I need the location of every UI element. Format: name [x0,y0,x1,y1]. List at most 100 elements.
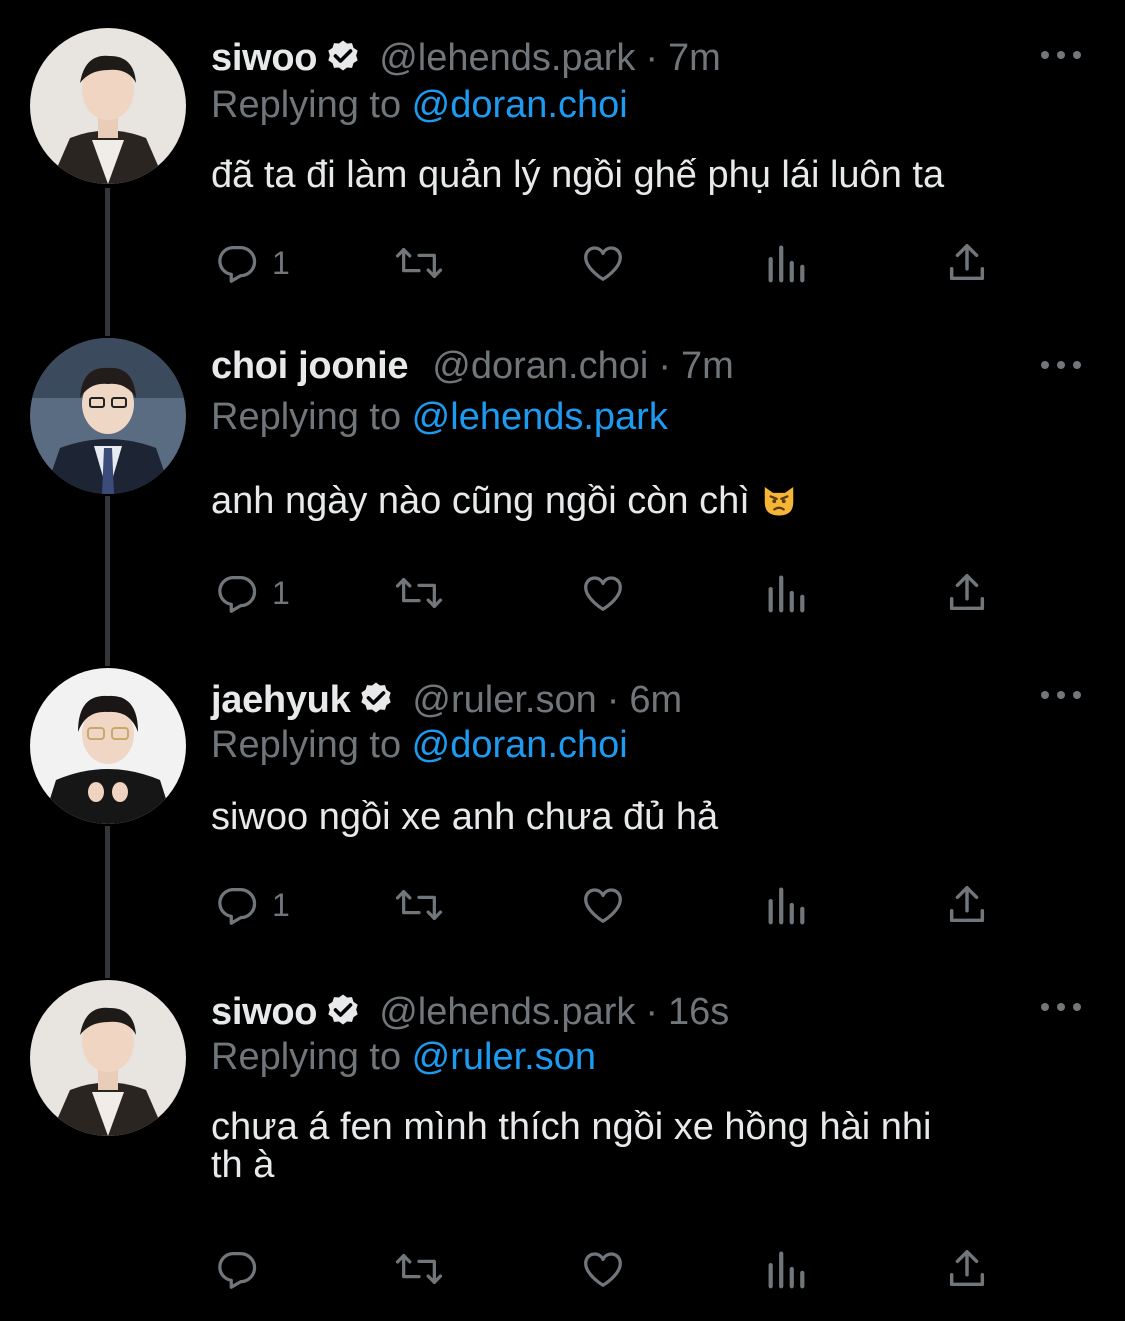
separator-dot: · [645,36,659,79]
timestamp[interactable]: 7m [668,37,721,80]
tweet-text: đã ta đi làm quản lý ngồi ghế phụ lái lu… [211,154,945,196]
replying-to: Replying to @ruler.son [211,1036,596,1079]
share-icon [949,244,985,281]
timestamp[interactable]: 7m [681,345,734,388]
separator-dot: · [658,344,671,387]
share-icon [949,886,985,923]
replying-to: Replying to @doran.choi [211,84,628,127]
replying-label: Replying to [211,724,412,766]
tweet-actions: 1 [0,568,1125,618]
like-button[interactable] [580,238,626,288]
reply-count: 1 [272,244,290,281]
tweet-text-content: anh ngày nào cũng ngồi còn chì [211,480,750,522]
like-button[interactable] [580,568,626,618]
reply-count: 1 [272,574,290,611]
reply-button[interactable]: 1 [214,880,290,930]
display-name[interactable]: siwoo [211,991,317,1034]
reply-icon [218,246,257,283]
verified-icon [323,38,363,78]
tweet[interactable]: jaehyuk @ruler.son · 6m Replying to @dor… [0,650,1125,962]
retweet-button[interactable] [393,1244,445,1294]
tweet-actions: 1 [0,880,1125,930]
verified-icon [323,992,363,1032]
views-icon [768,575,805,613]
more-icon[interactable] [1041,40,1081,70]
tweet-text: siwoo ngồi xe anh chưa đủ hả [211,796,719,838]
more-icon[interactable] [1041,680,1081,710]
like-button[interactable] [580,880,626,930]
retweet-icon [395,577,443,609]
share-button[interactable] [944,568,990,618]
handle[interactable]: @doran.choi [432,345,648,388]
share-button[interactable] [944,1244,990,1294]
tweet-header: siwoo @lehends.park · 16s [211,982,729,1042]
tweet-text: anh ngày nào cũng ngồi còn chì [211,478,1091,524]
views-icon [768,1251,805,1289]
like-icon [584,246,622,281]
timestamp[interactable]: 6m [629,679,682,722]
tweet-header: choi joonie @doran.choi · 7m [211,336,734,396]
angry-cat-emoji [760,481,798,519]
share-button[interactable] [944,880,990,930]
avatar[interactable] [30,980,186,1136]
handle[interactable]: @lehends.park [379,37,635,80]
separator-dot: · [606,678,620,721]
separator-dot: · [645,990,659,1033]
retweet-button[interactable] [393,568,445,618]
reply-button[interactable]: 1 [214,568,290,618]
more-icon[interactable] [1041,992,1081,1022]
avatar[interactable] [30,28,186,184]
reply-button[interactable] [214,1244,272,1294]
reply-icon [218,888,257,925]
reply-icon [218,1252,257,1289]
replying-to: Replying to @lehends.park [211,396,668,439]
views-icon [768,245,805,283]
like-icon [584,576,622,611]
reply-button[interactable]: 1 [214,238,290,288]
replying-mention[interactable]: @doran.choi [412,84,628,126]
avatar[interactable] [30,338,186,494]
handle[interactable]: @ruler.son [412,679,596,722]
replying-label: Replying to [211,1036,412,1078]
display-name[interactable]: choi joonie [211,345,409,388]
tweet[interactable]: siwoo @lehends.park · 7m Replying to @do… [0,0,1125,320]
retweet-button[interactable] [393,238,445,288]
tweet-actions [0,1244,1125,1294]
retweet-icon [395,247,443,279]
replying-label: Replying to [211,84,412,126]
share-icon [949,574,985,611]
handle[interactable]: @lehends.park [379,991,635,1034]
tweet-text: chưa á fen mình thích ngồi xe hồng hài n… [211,1104,1091,1188]
replying-label: Replying to [211,396,412,438]
display-name[interactable]: jaehyuk [211,679,351,722]
views-button[interactable] [764,1244,808,1294]
views-button[interactable] [764,568,808,618]
more-icon[interactable] [1041,350,1081,380]
retweet-icon [395,1253,443,1285]
views-button[interactable] [764,238,808,288]
share-icon [949,1250,985,1287]
like-icon [584,1252,622,1287]
replying-to: Replying to @doran.choi [211,724,628,767]
tweet-header: jaehyuk @ruler.son · 6m [211,670,682,730]
replying-mention[interactable]: @lehends.park [412,396,668,438]
tweet-actions: 1 [0,238,1125,288]
like-button[interactable] [580,1244,626,1294]
views-button[interactable] [764,880,808,930]
display-name[interactable]: siwoo [211,37,317,80]
replying-mention[interactable]: @doran.choi [412,724,628,766]
replying-mention[interactable]: @ruler.son [412,1036,596,1078]
tweet[interactable]: siwoo @lehends.park · 16s Replying to @r… [0,962,1125,1321]
avatar[interactable] [30,668,186,824]
retweet-icon [395,889,443,921]
reply-icon [218,576,257,613]
verified-icon [356,680,396,720]
views-icon [768,887,805,925]
share-button[interactable] [944,238,990,288]
reply-count: 1 [272,886,290,923]
retweet-button[interactable] [393,880,445,930]
like-icon [584,888,622,923]
tweet-header: siwoo @lehends.park · 7m [211,28,721,88]
timestamp[interactable]: 16s [668,991,729,1034]
tweet[interactable]: choi joonie @doran.choi · 7m Replying to… [0,320,1125,650]
